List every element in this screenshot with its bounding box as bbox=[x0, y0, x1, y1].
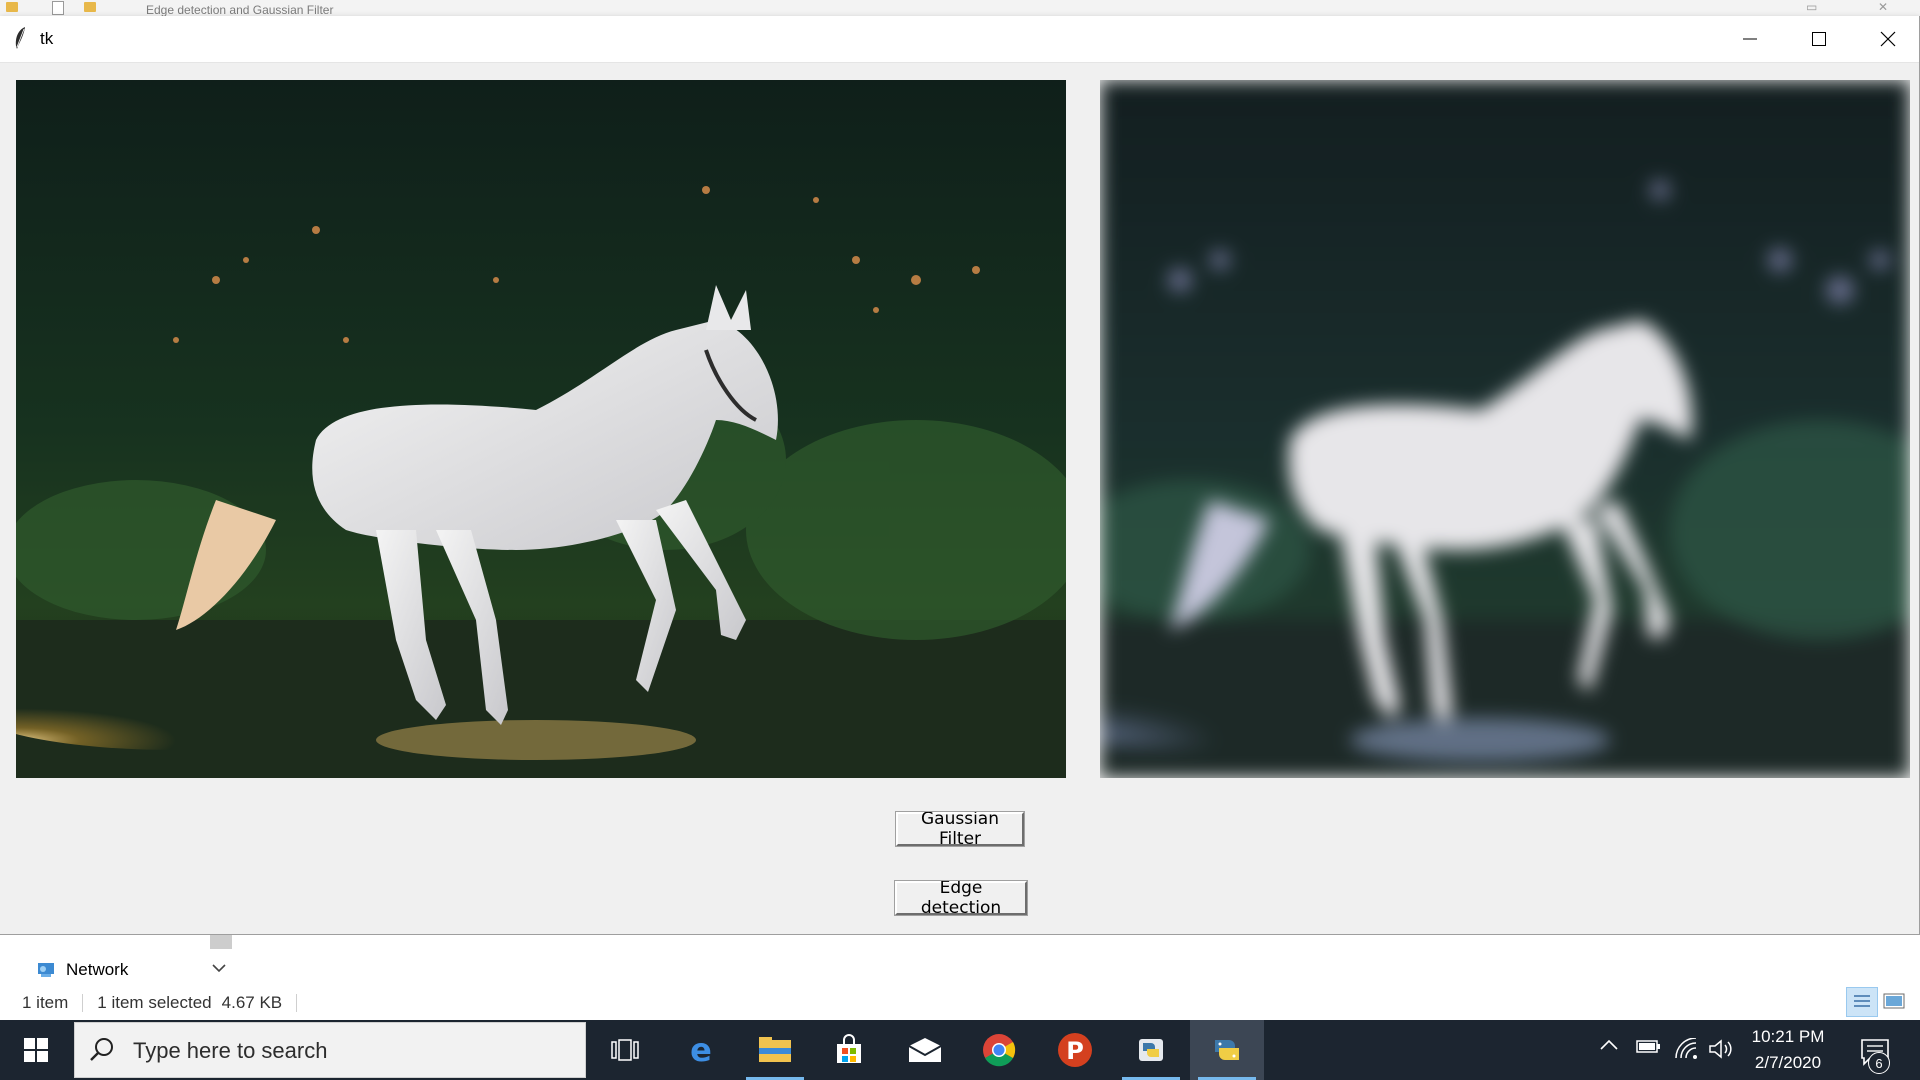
tk-window: tk Gaussian Filter Edge detection bbox=[0, 16, 1920, 935]
start-button[interactable] bbox=[0, 1020, 72, 1080]
taskbar: Type here to search e P 10:21 PM 2/7/202… bbox=[0, 1020, 1920, 1080]
psiphon-icon: P bbox=[1058, 1033, 1092, 1067]
chevron-up-icon[interactable] bbox=[1600, 1038, 1618, 1052]
close-button[interactable] bbox=[1854, 16, 1920, 62]
svg-text:P: P bbox=[1066, 1037, 1084, 1065]
wifi-icon[interactable] bbox=[1674, 1038, 1698, 1060]
minimize-icon bbox=[1743, 38, 1757, 40]
selection-status: 1 item selected bbox=[97, 993, 212, 1012]
folder-icon bbox=[6, 2, 18, 12]
clock-time[interactable]: 10:21 PM bbox=[1750, 1027, 1826, 1047]
notification-badge: 6 bbox=[1868, 1052, 1890, 1074]
horse-photo bbox=[16, 80, 1066, 778]
file-explorer-app[interactable] bbox=[738, 1020, 812, 1080]
mail-icon bbox=[908, 1038, 942, 1062]
background-explorer-titlebar: Edge detection and Gaussian Filter ▭ ✕ bbox=[0, 0, 1920, 17]
title-bar[interactable]: tk bbox=[0, 16, 1919, 63]
svg-text:e: e bbox=[690, 1034, 712, 1066]
chevron-down-icon[interactable] bbox=[212, 963, 226, 973]
restore-icon[interactable]: ▭ bbox=[1806, 0, 1817, 14]
edge-icon: e bbox=[690, 1034, 712, 1066]
windows-logo-icon bbox=[24, 1038, 48, 1062]
divider bbox=[82, 994, 84, 1012]
close-icon bbox=[1880, 31, 1896, 47]
clock-date[interactable]: 2/7/2020 bbox=[1750, 1053, 1826, 1073]
task-view-icon bbox=[611, 1039, 639, 1061]
gaussian-filter-button[interactable]: Gaussian Filter bbox=[895, 809, 1025, 849]
search-input[interactable]: Type here to search bbox=[74, 1022, 586, 1078]
maximize-icon bbox=[1812, 32, 1826, 46]
nav-item-network[interactable]: Network bbox=[36, 960, 128, 980]
file-explorer-icon bbox=[759, 1037, 791, 1062]
original-image bbox=[16, 80, 1066, 778]
python-idle-icon bbox=[1139, 1039, 1163, 1061]
large-icons-view-icon[interactable] bbox=[1882, 991, 1906, 1011]
maximize-button[interactable] bbox=[1785, 16, 1853, 62]
scrollbar-thumb[interactable] bbox=[210, 935, 232, 949]
status-bar: 1 item 1 item selected 4.67 KB bbox=[22, 993, 311, 1013]
item-count: 1 item bbox=[22, 993, 69, 1012]
search-icon bbox=[90, 1038, 113, 1061]
details-view-icon[interactable] bbox=[1846, 987, 1878, 1017]
divider bbox=[296, 994, 298, 1012]
window-title: tk bbox=[40, 29, 54, 48]
folder-icon bbox=[84, 2, 96, 12]
battery-icon[interactable] bbox=[1636, 1038, 1662, 1054]
edge-app[interactable]: e bbox=[664, 1020, 738, 1080]
network-icon bbox=[38, 963, 54, 977]
mail-app[interactable] bbox=[888, 1020, 962, 1080]
nav-item-label: Network bbox=[66, 960, 129, 979]
python-app[interactable] bbox=[1190, 1020, 1264, 1080]
close-icon[interactable]: ✕ bbox=[1878, 0, 1888, 14]
store-icon bbox=[837, 1034, 861, 1063]
store-app[interactable] bbox=[812, 1020, 886, 1080]
tk-feather-icon bbox=[15, 27, 25, 49]
minimize-button[interactable] bbox=[1716, 16, 1784, 62]
background-explorer-bottom: Network 1 item 1 item selected 4.67 KB bbox=[0, 935, 1920, 1020]
psiphon-app[interactable]: P bbox=[1038, 1020, 1112, 1080]
volume-icon[interactable] bbox=[1708, 1038, 1734, 1060]
filtered-image bbox=[1100, 80, 1910, 778]
selection-size: 4.67 KB bbox=[221, 993, 283, 1012]
task-view-button[interactable] bbox=[588, 1020, 662, 1080]
background-window-title: Edge detection and Gaussian Filter bbox=[146, 3, 334, 17]
python-icon bbox=[1215, 1040, 1239, 1060]
horse-photo-blurred bbox=[1100, 80, 1910, 778]
edge-detection-button[interactable]: Edge detection bbox=[894, 878, 1028, 918]
chrome-icon bbox=[983, 1034, 1016, 1067]
document-icon bbox=[52, 1, 64, 15]
search-placeholder: Type here to search bbox=[133, 1038, 328, 1063]
chrome-app[interactable] bbox=[962, 1020, 1036, 1080]
python-idle-app[interactable] bbox=[1114, 1020, 1188, 1080]
